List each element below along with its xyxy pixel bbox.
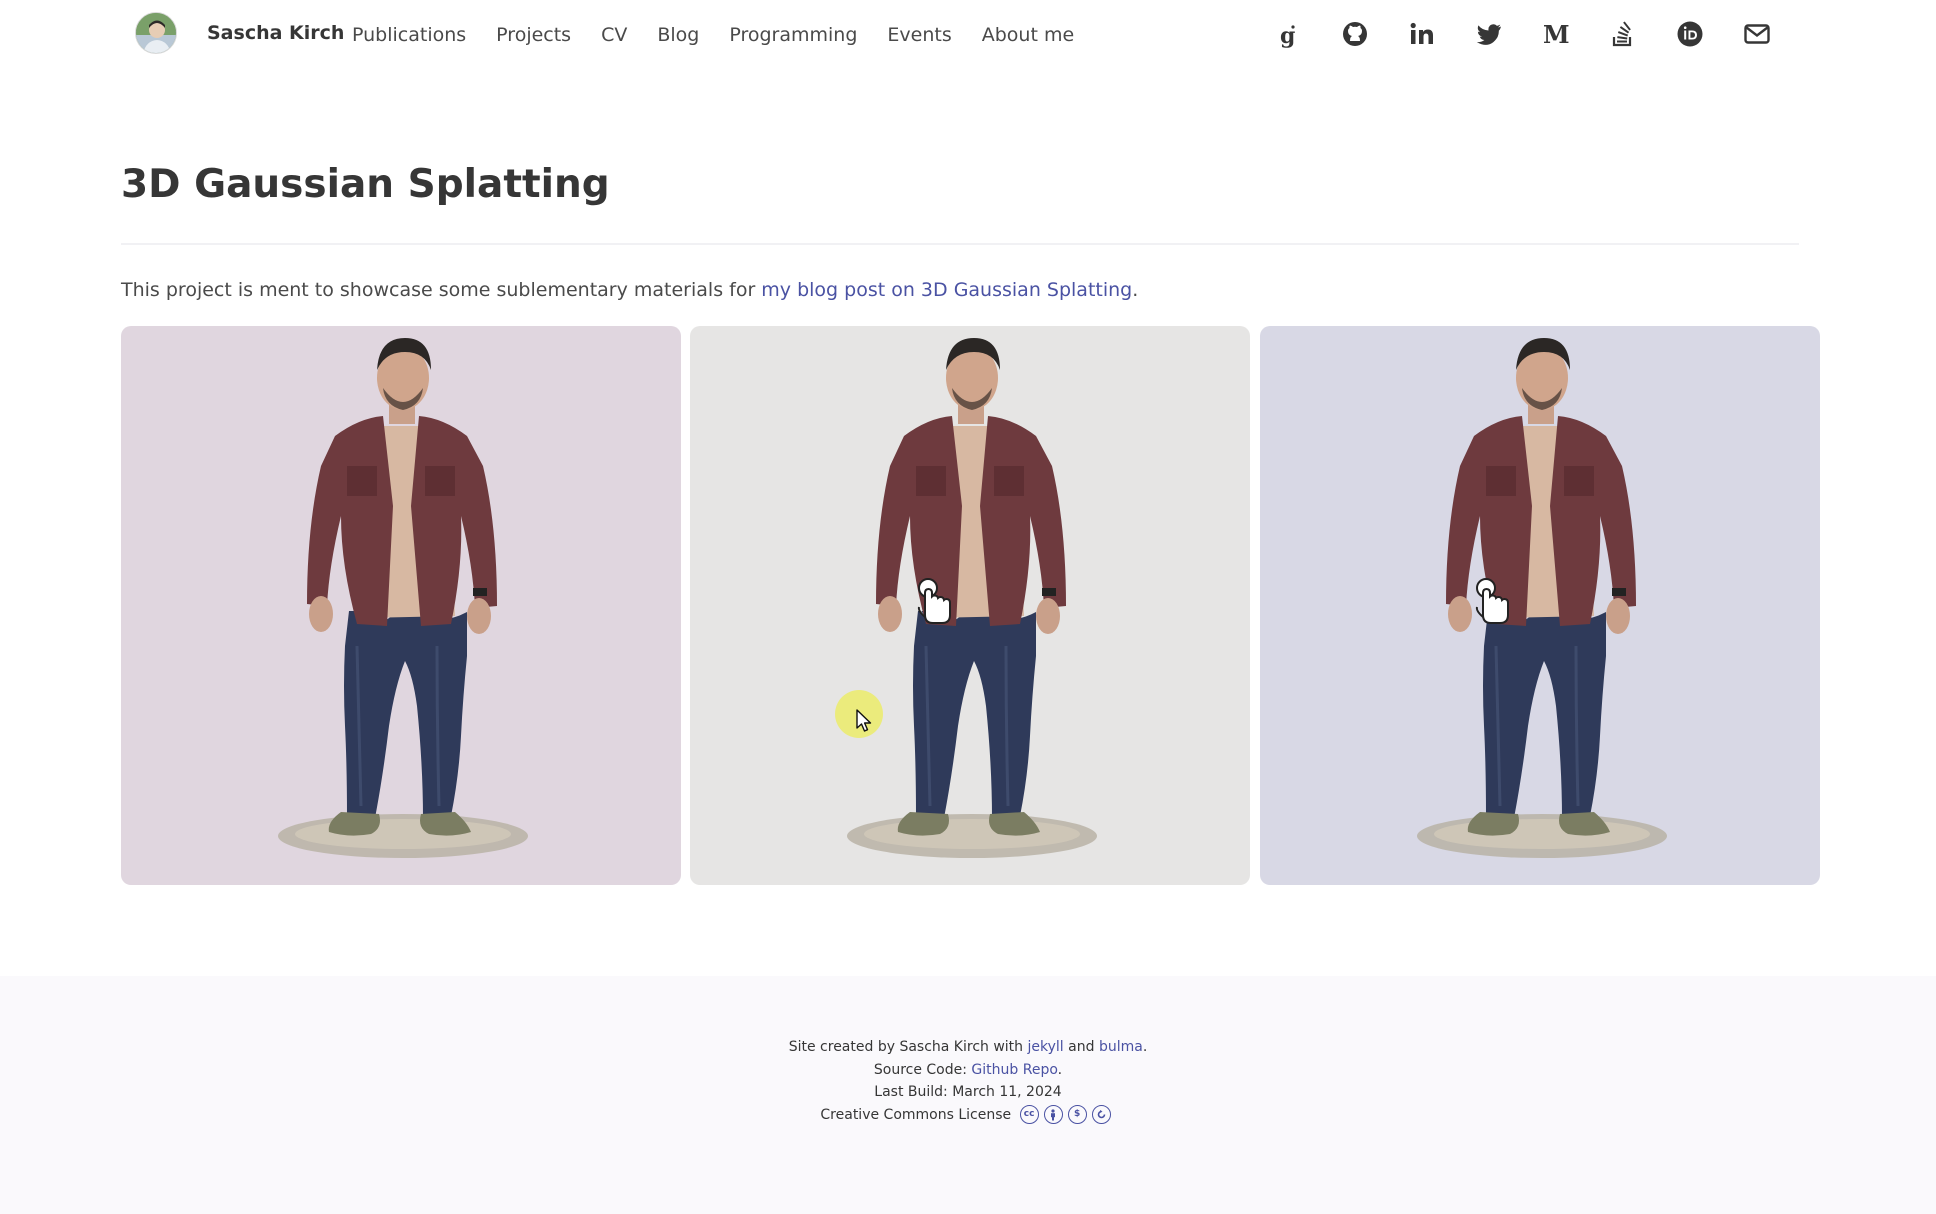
intro-end: . xyxy=(1132,279,1139,301)
bulma-link[interactable]: bulma xyxy=(1099,1039,1143,1055)
medium-icon[interactable]: M xyxy=(1536,14,1576,54)
footer-and-text: and xyxy=(1063,1039,1099,1055)
google-scholar-icon[interactable]: g xyxy=(1268,14,1308,54)
by-icon xyxy=(1043,1105,1063,1124)
splat-viewer-3[interactable] xyxy=(1260,326,1820,885)
footer-credits: Site created by Sascha Kirch with jekyll… xyxy=(0,1036,1936,1059)
nav-item-blog[interactable]: Blog xyxy=(657,24,699,46)
title-divider xyxy=(121,243,1799,245)
hand-cursor-icon xyxy=(1475,578,1509,624)
page-title: 3D Gaussian Splatting xyxy=(121,162,610,207)
splat-gallery xyxy=(121,326,1821,885)
brand-name: Sascha Kirch xyxy=(207,22,345,44)
footer: Site created by Sascha Kirch with jekyll… xyxy=(0,976,1936,1214)
jekyll-link[interactable]: jekyll xyxy=(1028,1039,1064,1055)
github-repo-link[interactable]: Github Repo xyxy=(971,1062,1057,1078)
intro-text: This project is ment to showcase some su… xyxy=(121,279,762,301)
cc-icon: cc xyxy=(1019,1105,1039,1124)
footer-credits-text: Site created by Sascha Kirch with xyxy=(788,1039,1028,1055)
cc-license-icons[interactable]: cc $ xyxy=(1019,1105,1116,1124)
svg-text:M: M xyxy=(1543,20,1570,48)
nav-item-events[interactable]: Events xyxy=(887,24,951,46)
footer-source-text: Source Code: xyxy=(873,1061,972,1078)
github-icon[interactable] xyxy=(1335,14,1375,54)
avatar xyxy=(135,12,177,54)
blog-post-link[interactable]: my blog post on 3D Gaussian Splatting xyxy=(761,279,1132,301)
social-links: g M xyxy=(1268,14,1804,54)
nav-item-publications[interactable]: Publications xyxy=(352,24,466,46)
twitter-icon[interactable] xyxy=(1469,14,1509,54)
sa-icon xyxy=(1091,1105,1111,1124)
brand-link[interactable]: Sascha Kirch xyxy=(135,12,344,54)
linkedin-icon[interactable] xyxy=(1402,14,1442,54)
email-icon[interactable] xyxy=(1737,14,1777,54)
intro-paragraph: This project is ment to showcase some su… xyxy=(121,279,1138,301)
nav-item-about-me[interactable]: About me xyxy=(982,24,1074,46)
footer-period: . xyxy=(1057,1061,1063,1078)
orcid-icon[interactable] xyxy=(1670,14,1710,54)
footer-content: Site created by Sascha Kirch with jekyll… xyxy=(0,1036,1936,1126)
nav-menu: Publications Projects CV Blog Programmin… xyxy=(352,0,1104,70)
stackoverflow-icon[interactable] xyxy=(1603,14,1643,54)
splat-viewer-1[interactable] xyxy=(121,326,681,885)
splat-viewer-2[interactable] xyxy=(690,326,1250,885)
footer-source: Source Code: Github Repo. xyxy=(0,1059,1936,1082)
footer-last-build: Last Build: March 11, 2024 xyxy=(874,1084,1062,1100)
nav-item-projects[interactable]: Projects xyxy=(496,24,571,46)
nc-icon: $ xyxy=(1067,1105,1087,1124)
footer-license: Creative Commons License cc $ xyxy=(0,1104,1936,1127)
arrow-cursor-icon xyxy=(856,709,872,732)
nav-item-programming[interactable]: Programming xyxy=(729,24,857,46)
nav-item-cv[interactable]: CV xyxy=(601,24,627,46)
footer-period: . xyxy=(1142,1039,1148,1055)
license-link[interactable]: Creative Commons License xyxy=(820,1107,1011,1123)
hand-cursor-icon xyxy=(917,578,951,624)
navbar: Sascha Kirch Publications Projects CV Bl… xyxy=(0,0,1936,70)
